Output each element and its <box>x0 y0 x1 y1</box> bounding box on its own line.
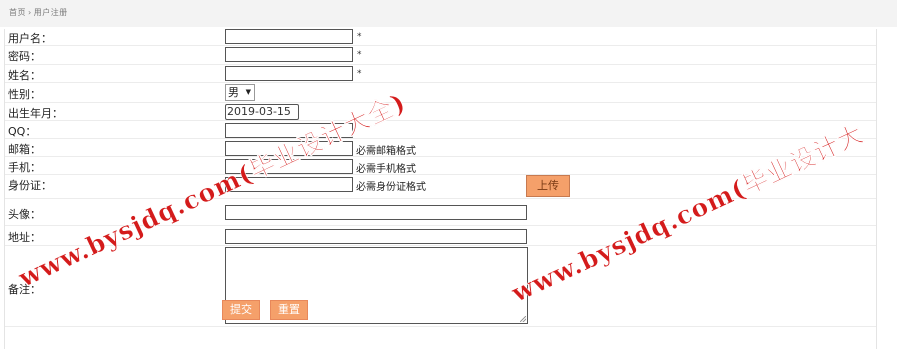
form-row-id-card: 身份证： 必需身份证格式 <box>5 175 876 199</box>
email-input[interactable] <box>225 141 353 156</box>
password-required-mark: * <box>357 50 362 60</box>
upload-button[interactable]: 上传 <box>526 175 570 197</box>
name-label: 姓名： <box>8 69 41 82</box>
form-row-email: 邮箱： 必需邮箱格式 <box>5 139 876 157</box>
avatar-path-input[interactable] <box>225 205 527 220</box>
qq-input[interactable] <box>225 123 353 138</box>
address-input[interactable] <box>225 229 527 244</box>
phone-input[interactable] <box>225 159 353 174</box>
form-row-phone: 手机： 必需手机格式 <box>5 157 876 175</box>
email-label: 邮箱： <box>8 143 41 156</box>
reset-button[interactable]: 重置 <box>270 300 308 320</box>
submit-button[interactable]: 提交 <box>222 300 260 320</box>
avatar-label: 头像： <box>8 208 41 221</box>
password-label: 密码： <box>8 50 41 63</box>
address-label: 地址： <box>8 231 41 244</box>
id-card-input[interactable] <box>225 177 353 192</box>
form-row-gender: 性别： 男 ▼ <box>5 83 876 103</box>
form-row-avatar: 头像： <box>5 199 876 226</box>
chevron-down-icon: ▼ <box>245 88 251 96</box>
gender-label: 性别： <box>8 88 41 101</box>
id-card-format-hint: 必需身份证格式 <box>356 182 426 193</box>
gender-select[interactable]: 男 ▼ <box>225 84 255 101</box>
form-row-name: 姓名： * <box>5 65 876 83</box>
name-input[interactable] <box>225 66 353 81</box>
form-row-username: 用户名： * <box>5 29 876 46</box>
resize-grip-icon[interactable] <box>520 316 526 322</box>
remarks-label: 备注： <box>8 283 41 296</box>
birthdate-label: 出生年月： <box>8 107 63 120</box>
name-required-mark: * <box>357 69 362 79</box>
breadcrumb-home[interactable]: 首页 <box>9 8 26 17</box>
form-row-actions <box>5 327 876 349</box>
username-required-mark: * <box>357 32 362 42</box>
form-row-password: 密码： * <box>5 46 876 65</box>
form-row-address: 地址： <box>5 226 876 246</box>
breadcrumb-current: 用户注册 <box>33 8 68 17</box>
username-label: 用户名： <box>8 32 52 45</box>
breadcrumb-separator: › <box>28 8 32 17</box>
gender-selected-value: 男 <box>228 86 239 99</box>
username-input[interactable] <box>225 29 353 44</box>
id-card-label: 身份证： <box>8 179 52 192</box>
top-bar: 首页 › 用户注册 <box>0 0 897 27</box>
password-input[interactable] <box>225 47 353 62</box>
form-row-birthdate: 出生年月： 2019-03-15 <box>5 103 876 121</box>
email-format-hint: 必需邮箱格式 <box>356 146 416 157</box>
breadcrumb: 首页 › 用户注册 <box>9 7 68 18</box>
form-row-remarks: 备注： <box>5 246 876 327</box>
birthdate-input[interactable]: 2019-03-15 <box>225 104 299 120</box>
form-row-qq: QQ： <box>5 121 876 139</box>
qq-label: QQ： <box>8 125 37 138</box>
registration-form: 用户名： * 密码： * 姓名： * 性别： 男 ▼ 出生年月： 2019-03… <box>4 29 877 349</box>
phone-label: 手机： <box>8 161 41 174</box>
phone-format-hint: 必需手机格式 <box>356 164 416 175</box>
